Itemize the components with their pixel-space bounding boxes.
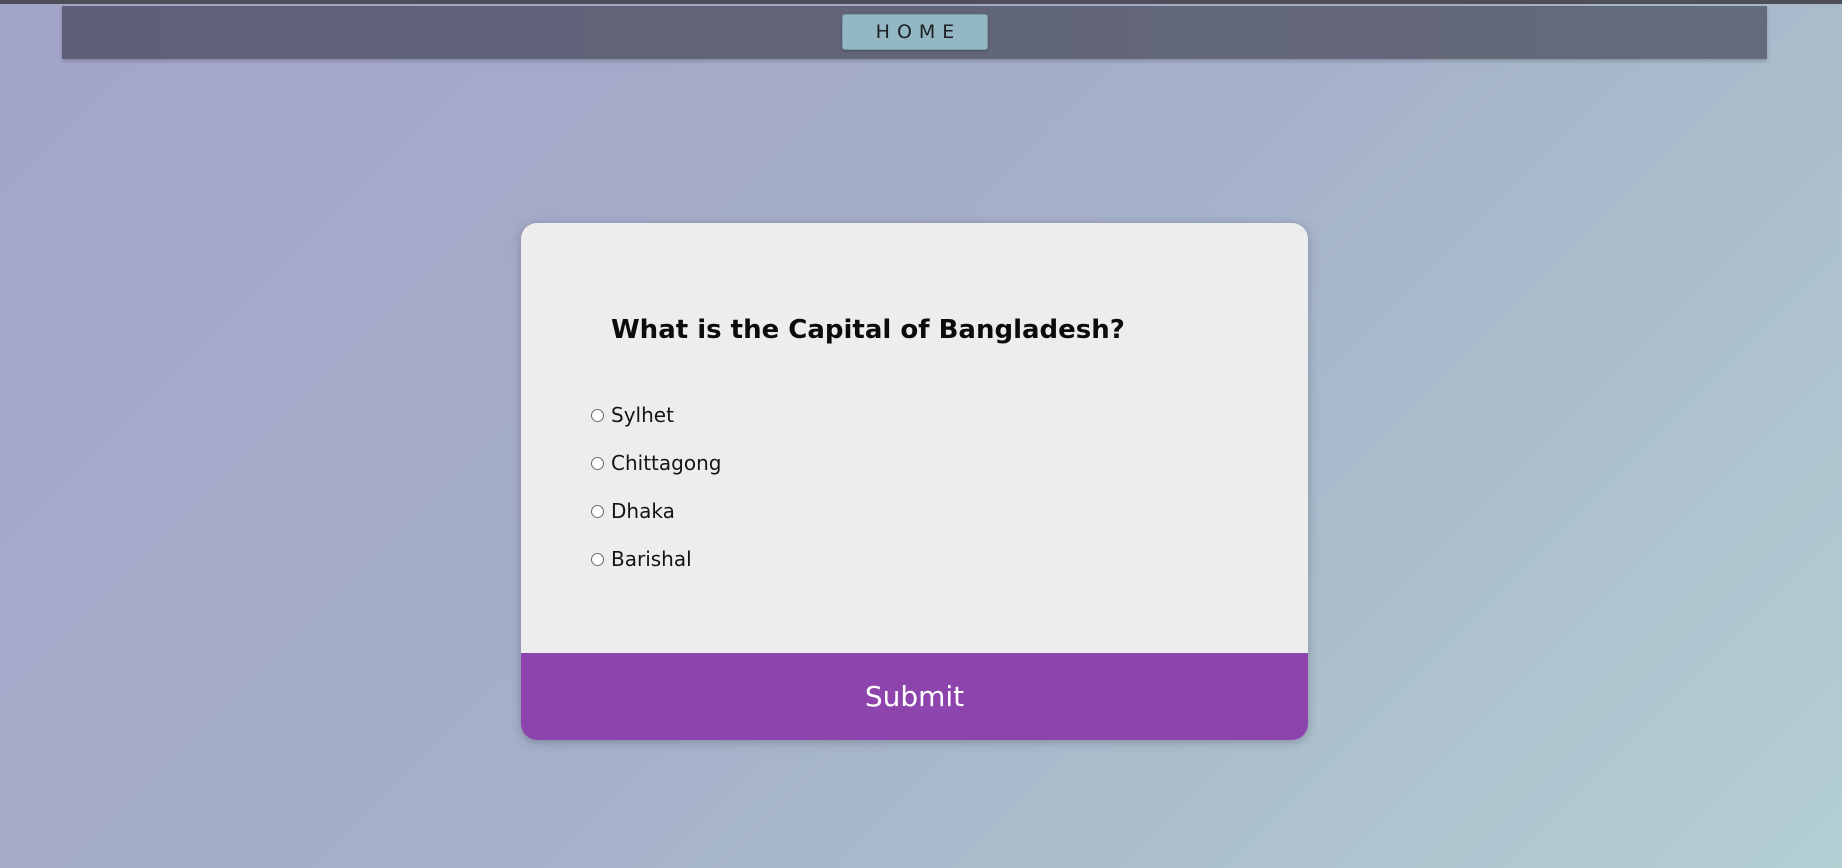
- home-button[interactable]: HOME: [842, 14, 988, 50]
- radio-button[interactable]: [591, 552, 604, 566]
- quiz-card: What is the Capital of Bangladesh? Sylhe…: [521, 223, 1308, 740]
- option-label[interactable]: Sylhet: [611, 403, 674, 427]
- radio-button[interactable]: [591, 408, 604, 422]
- question-text: What is the Capital of Bangladesh?: [611, 315, 1125, 345]
- option-sylhet[interactable]: Sylhet: [591, 391, 721, 439]
- navbar: HOME: [62, 6, 1767, 59]
- option-dhaka[interactable]: Dhaka: [591, 487, 721, 535]
- top-border: [0, 0, 1842, 4]
- option-chittagong[interactable]: Chittagong: [591, 439, 721, 487]
- option-label[interactable]: Chittagong: [611, 451, 721, 475]
- option-label[interactable]: Dhaka: [611, 499, 675, 523]
- submit-button[interactable]: Submit: [521, 653, 1308, 740]
- option-barishal[interactable]: Barishal: [591, 535, 721, 583]
- radio-button[interactable]: [591, 456, 604, 470]
- answer-options: Sylhet Chittagong Dhaka Barishal: [591, 391, 721, 583]
- radio-button[interactable]: [591, 504, 604, 518]
- option-label[interactable]: Barishal: [611, 547, 692, 571]
